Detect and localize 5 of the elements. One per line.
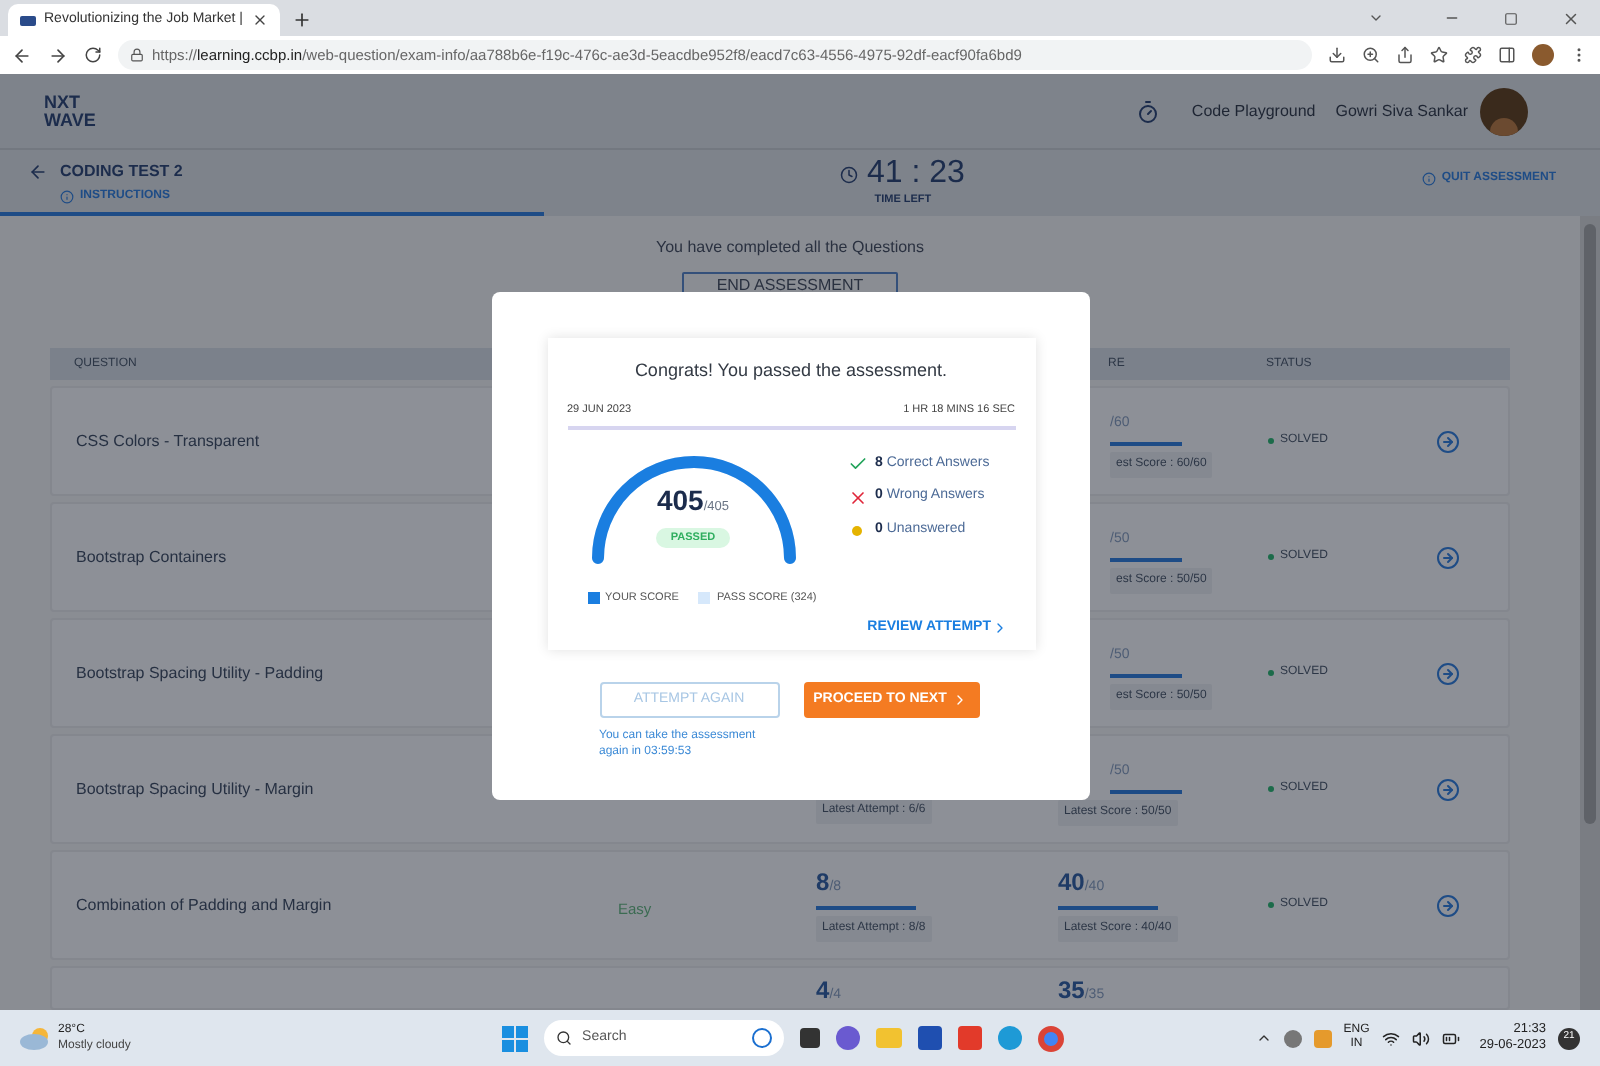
user-name: Gowri Siva Sankar <box>1335 99 1468 123</box>
timer: 41 : 23 <box>866 156 965 192</box>
completion-message: You have completed all the Questions <box>655 236 924 260</box>
test-title: CODING TEST 2 <box>60 160 183 184</box>
dialog-title: Congrats! You passed the assessment. <box>632 358 950 384</box>
